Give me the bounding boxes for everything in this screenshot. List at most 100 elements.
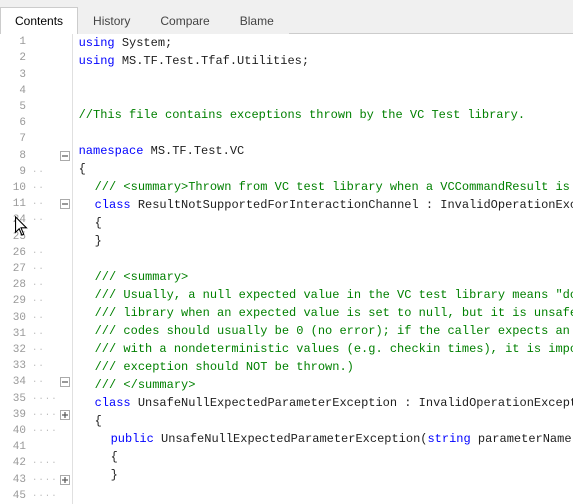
indent-dots: ·· (30, 264, 58, 274)
indent-dots: ·· (30, 215, 58, 225)
indent-dots: ···· (30, 426, 58, 436)
expand-button[interactable] (58, 473, 72, 487)
code-line (79, 484, 573, 502)
line-number: 8 (0, 150, 30, 162)
indent-dots: ·· (30, 167, 58, 177)
code-content: using System; using MS.TF.Test.Tfaf.Utili… (73, 34, 573, 504)
code-line: using System; (79, 34, 573, 52)
line-row: 30·· (0, 309, 72, 325)
keyword-span: namespace (79, 144, 144, 158)
line-row: 25 (0, 228, 72, 244)
code-line: { (79, 160, 573, 178)
tab-history[interactable]: History (78, 7, 145, 34)
line-row: 24·· (0, 212, 72, 228)
code-text: /// <summary>Thrown from VC test library… (95, 180, 573, 194)
line-number: 5 (0, 101, 30, 113)
line-row: 1 (0, 34, 72, 50)
indent-dots: ·· (30, 313, 58, 323)
indent-dots: ·· (30, 280, 58, 290)
comment-span: /// library when an expected value is se… (95, 306, 573, 320)
line-number: 30 (0, 312, 30, 324)
code-line (79, 88, 573, 106)
line-number: 35 (0, 393, 30, 405)
collapse-button[interactable] (58, 375, 72, 389)
indent-dots: ·· (30, 183, 58, 193)
code-line: namespace MS.TF.Test.VC (79, 142, 573, 160)
line-row: 5 (0, 99, 72, 115)
comment-span: /// Usually, a null expected value in th… (95, 288, 573, 302)
line-number: 42 (0, 457, 30, 469)
code-text: class UnsafeNullExpectedParameterExcepti… (95, 396, 573, 410)
comment-span: /// <summary>Thrown from VC test library… (95, 180, 573, 194)
code-text: /// <summary> (95, 270, 189, 284)
keyword-span: class (95, 198, 131, 212)
comment-span: /// </summary> (95, 378, 196, 392)
line-number: 28 (0, 279, 30, 291)
tab-bar: Contents History Compare Blame (0, 0, 573, 34)
indent-dots: ···· (30, 491, 58, 501)
line-row: 42···· (0, 455, 72, 471)
line-row: 3 (0, 66, 72, 82)
collapse-button[interactable] (58, 197, 72, 211)
code-text: using System; (79, 36, 173, 50)
tab-blame[interactable]: Blame (225, 7, 289, 34)
line-number: 41 (0, 441, 30, 453)
line-number: 25 (0, 231, 30, 243)
code-text: { (95, 414, 102, 428)
keyword-span: using (79, 36, 115, 50)
line-row: 45···· (0, 488, 72, 504)
app-container: Contents History Compare Blame 123456789… (0, 0, 573, 504)
line-row: 40···· (0, 423, 72, 439)
code-text: /// exception should NOT be thrown.) (95, 360, 354, 374)
collapse-button[interactable] (58, 149, 72, 163)
code-text: using MS.TF.Test.Tfaf.Utilities; (79, 54, 309, 68)
line-number: 1 (0, 36, 30, 48)
line-row: 11·· (0, 196, 72, 212)
line-number: 2 (0, 52, 30, 64)
code-line: /// </summary> (79, 376, 573, 394)
line-number: 24 (0, 214, 30, 226)
line-row: 9·· (0, 164, 72, 180)
code-line: public UnsafeNullExpectedParameterExcept… (79, 430, 573, 448)
code-text: /// </summary> (95, 378, 196, 392)
code-line: //This file contains exceptions thrown b… (79, 106, 573, 124)
keyword-span: using (79, 54, 115, 68)
code-line (79, 124, 573, 142)
tab-compare[interactable]: Compare (145, 7, 224, 34)
tab-contents[interactable]: Contents (0, 7, 78, 34)
line-number: 10 (0, 182, 30, 194)
code-text: /// library when an expected value is se… (95, 306, 573, 320)
code-text: } (111, 468, 118, 482)
line-number: 29 (0, 295, 30, 307)
line-number: 7 (0, 133, 30, 145)
line-number: 3 (0, 69, 30, 81)
line-row: 39···· (0, 407, 72, 423)
code-line: { (79, 214, 573, 232)
keyword-span: class (95, 396, 131, 410)
line-row: 8 (0, 147, 72, 163)
keyword-span: string (427, 432, 470, 446)
keyword-span: public (111, 432, 154, 446)
line-row: 41 (0, 439, 72, 455)
line-number: 27 (0, 263, 30, 275)
line-number: 43 (0, 474, 30, 486)
code-text: } (95, 234, 102, 248)
line-number: 45 (0, 490, 30, 502)
code-line: /// with a nondeterministic values (e.g.… (79, 340, 573, 358)
line-number: 31 (0, 328, 30, 340)
line-row: 43···· (0, 471, 72, 487)
code-text: /// Usually, a null expected value in th… (95, 288, 573, 302)
code-line: /// <summary> (79, 268, 573, 286)
line-number-gutter: 123456789··10··11··24··2526··27··28··29·… (0, 34, 73, 504)
expand-button[interactable] (58, 408, 72, 422)
comment-span: /// codes should usually be 0 (no error)… (95, 324, 573, 338)
code-line: using MS.TF.Test.Tfaf.Utilities; (79, 52, 573, 70)
comment-span: //This file contains exceptions thrown b… (79, 108, 525, 122)
code-line: } (79, 466, 573, 484)
code-line: /// exception should NOT be thrown.) (79, 358, 573, 376)
line-row: 28·· (0, 277, 72, 293)
line-row: 4 (0, 83, 72, 99)
indent-dots: ·· (30, 296, 58, 306)
code-line: class ResultNotSupportedForInteractionCh… (79, 196, 573, 214)
code-line: { (79, 412, 573, 430)
